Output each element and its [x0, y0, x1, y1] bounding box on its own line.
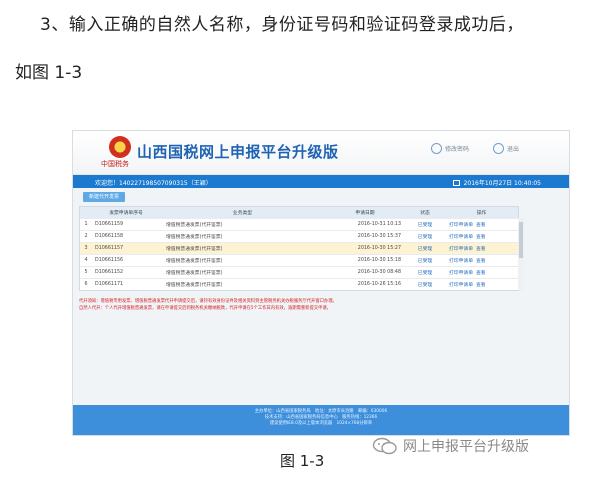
- row-status: 已受理: [417, 283, 433, 288]
- view-link[interactable]: 查看: [476, 259, 486, 264]
- row-index: 2: [84, 234, 88, 239]
- print-request-link[interactable]: 打印申请单: [449, 235, 473, 240]
- row-index: 1: [84, 222, 88, 227]
- row-serial: D10661159: [95, 222, 124, 227]
- app-title: 山西国税网上申报平台升级版: [137, 143, 339, 161]
- row-status: 已受理: [417, 223, 433, 228]
- row-status: 已受理: [417, 247, 433, 252]
- row-type: 增值税普通发票(代开鉴票): [166, 223, 223, 228]
- table-row[interactable]: 3 D10661157 增值税普通发票(代开鉴票) 2016-10-30 15:27 已…: [80, 242, 518, 254]
- figure-caption: 图 1-3: [280, 452, 325, 470]
- row-serial: D10661152: [95, 270, 124, 275]
- row-type: 增值税普通发票(代开鉴票): [166, 283, 223, 288]
- row-type: 增值税普通发票(代开鉴票): [166, 271, 223, 276]
- watermark-text: 网上申报平台升级版: [403, 439, 529, 455]
- table-body: 1 D10661159 增值税普通发票(代开鉴票) 2016-10-31 10:13 已…: [80, 218, 518, 290]
- row-date: 2016-10-30 15:27: [357, 246, 401, 251]
- row-date: 2016-10-30 15:37: [357, 234, 401, 239]
- notice-text: 代开须知：增值税专用发票、增值税普通发票代开申请提交后，请持有效身份证件及相关资…: [79, 299, 519, 312]
- table-row[interactable]: 5 D10661152 增值税普通发票(代开鉴票) 2016-10-30 08:48 已…: [80, 266, 518, 278]
- invoice-table: 发票申请单序号 业务类型 申请日期 状态 操作 1 D10661159 增值税普通发…: [79, 206, 524, 291]
- row-status: 已受理: [417, 235, 433, 240]
- user-bar: 欢迎您！140227198507090315（王颖） 2016年10月27日 1…: [73, 175, 569, 188]
- site-footer: 主办单位：山西省国家税务局 地址：太原市长治路 邮编：030006 技术支持：山…: [73, 405, 569, 435]
- footer-line: 建议使用IE8.0及以上版本浏览器 1024×768分辨率: [269, 421, 373, 426]
- row-actions: 打印申请单 查看: [445, 245, 518, 252]
- row-index: 6: [84, 282, 88, 287]
- chat-bubbles-icon: [372, 437, 397, 455]
- main-panel: 新建代开发票 发票申请单序号 业务类型 申请日期 状态 操作 1 D1066115…: [73, 189, 569, 405]
- watermark: 网上申报平台升级版: [372, 436, 529, 456]
- row-type: 增值税普通发票(代开鉴票): [166, 247, 223, 252]
- row-status: 已受理: [417, 271, 433, 276]
- col-date: 申请日期: [355, 211, 375, 216]
- col-serial: 发票申请单序号: [109, 211, 143, 216]
- row-actions: 打印申请单 查看: [445, 257, 518, 264]
- row-type: 增值税普通发票(代开鉴票): [166, 259, 223, 264]
- table-row[interactable]: 2 D10661158 增值税普通发票(代开鉴票) 2016-10-30 15:37 已…: [80, 230, 518, 242]
- view-link[interactable]: 查看: [476, 223, 486, 228]
- row-date: 2016-10-30 08:48: [357, 270, 401, 275]
- datetime-display: 2016年10月27日 10:40:05: [452, 178, 541, 187]
- change-password-label: 修改密码: [445, 146, 470, 153]
- print-request-link[interactable]: 打印申请单: [449, 283, 473, 288]
- col-type: 业务类型: [232, 211, 253, 216]
- col-status: 状态: [420, 211, 430, 216]
- new-invoice-button[interactable]: 新建代开发票: [83, 192, 126, 202]
- logout-link[interactable]: 退出: [493, 143, 519, 154]
- row-actions: 打印申请单 查看: [445, 221, 518, 228]
- row-serial: D10661158: [95, 234, 124, 239]
- row-index: 5: [84, 270, 88, 275]
- view-link[interactable]: 查看: [476, 283, 486, 288]
- table-row[interactable]: 4 D10661156 增值税普通发票(代开鉴票) 2016-10-30 15:18 已…: [80, 254, 518, 266]
- table-row[interactable]: 6 D10661171 增值税普通发票(代开鉴票) 2016-10-26 15:16 已…: [80, 278, 518, 290]
- row-actions: 打印申请单 查看: [445, 269, 518, 276]
- table-row[interactable]: 1 D10661159 增值税普通发票(代开鉴票) 2016-10-31 10:13 已…: [80, 218, 518, 230]
- print-request-link[interactable]: 打印申请单: [449, 259, 473, 264]
- logout-icon: [493, 143, 504, 154]
- document-line2: 如图 1-3: [15, 63, 83, 83]
- row-date: 2016-10-30 15:18: [357, 258, 401, 263]
- row-type: 增值税普通发票(代开鉴票): [166, 235, 223, 240]
- logout-label: 退出: [507, 146, 520, 153]
- view-link[interactable]: 查看: [476, 247, 486, 252]
- row-status: 已受理: [417, 259, 433, 264]
- screenshot-frame: 中国税务 山西国税网上申报平台升级版 修改密码 退出 欢迎您！140227198…: [72, 130, 570, 436]
- datetime-text: 2016年10月27日 10:40:05: [463, 180, 541, 187]
- row-index: 4: [84, 258, 88, 263]
- row-index: 3: [84, 246, 88, 251]
- document-line1: 3、输入正确的自然人名称，身份证号码和验证码登录成功后，: [40, 15, 524, 35]
- view-link[interactable]: 查看: [476, 235, 486, 240]
- password-icon: [431, 143, 442, 154]
- print-request-link[interactable]: 打印申请单: [449, 271, 473, 276]
- notice-line: 自然人代开：个人代开增值税普通发票，请在申请提交后到税务机关缴纳税款，代开申请在…: [79, 305, 331, 311]
- tax-emblem-icon: [109, 136, 131, 158]
- table-header: 发票申请单序号 业务类型 申请日期 状态 操作: [80, 207, 518, 218]
- scroll-thumb[interactable]: [519, 222, 523, 258]
- row-serial: D10661156: [95, 258, 124, 263]
- app-header: 中国税务 山西国税网上申报平台升级版 修改密码 退出: [73, 131, 569, 175]
- welcome-text: 欢迎您！140227198507090315（王颖）: [95, 180, 212, 187]
- row-date: 2016-10-31 10:13: [357, 222, 401, 227]
- calendar-icon: [452, 179, 460, 186]
- row-date: 2016-10-26 15:16: [357, 282, 401, 287]
- print-request-link[interactable]: 打印申请单: [449, 223, 473, 228]
- emblem-caption: 中国税务: [101, 160, 129, 168]
- row-actions: 打印申请单 查看: [445, 281, 518, 288]
- row-serial: D10661157: [95, 246, 124, 251]
- table-scrollbar[interactable]: [518, 218, 524, 290]
- row-actions: 打印申请单 查看: [445, 233, 518, 240]
- row-serial: D10661171: [95, 282, 124, 287]
- col-ops: 操作: [476, 211, 487, 216]
- change-password-link[interactable]: 修改密码: [431, 143, 469, 154]
- print-request-link[interactable]: 打印申请单: [449, 247, 473, 252]
- view-link[interactable]: 查看: [476, 271, 486, 276]
